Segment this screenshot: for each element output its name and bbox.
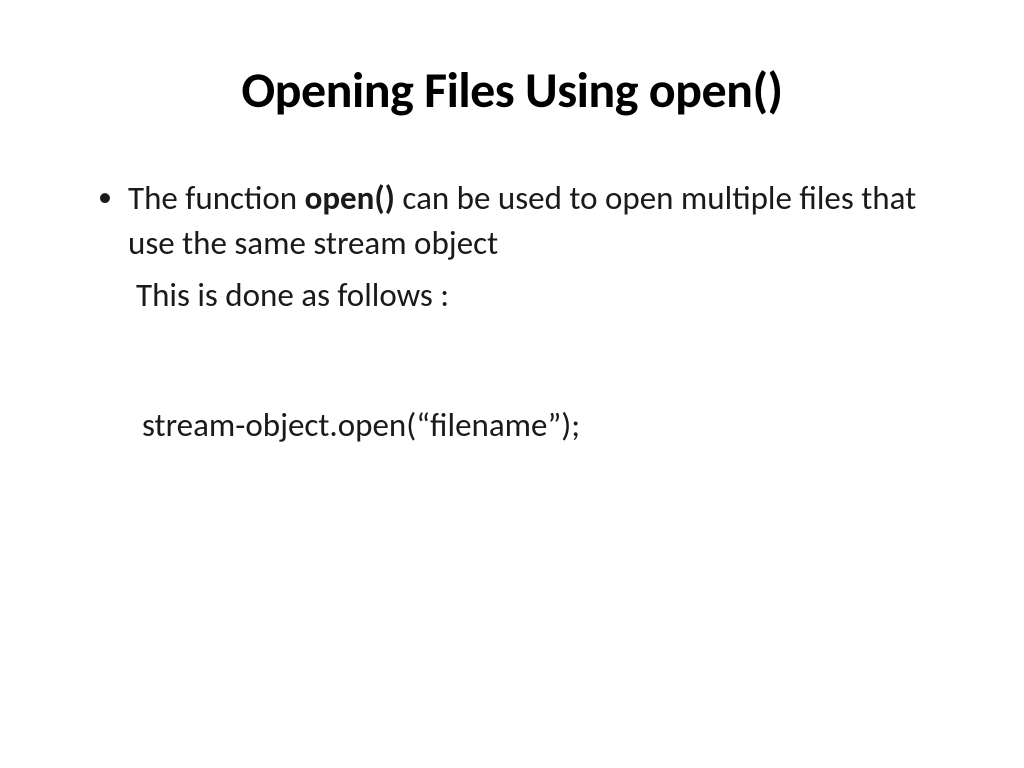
- bullet-text-1: The function open() can be used to open …: [128, 176, 934, 265]
- slide-content: • The function open() can be used to ope…: [90, 176, 934, 447]
- code-line: stream-object.open(“filename”);: [142, 403, 934, 448]
- line-2: This is done as follows :: [136, 273, 934, 318]
- bullet1-prefix: The function: [128, 178, 305, 218]
- bullet1-bold: open(): [305, 178, 395, 218]
- slide-container: Opening Files Using open() • The functio…: [0, 0, 1024, 768]
- bullet-item-1: • The function open() can be used to ope…: [90, 176, 934, 265]
- slide-title: Opening Files Using open(): [90, 60, 934, 121]
- bullet-marker: •: [90, 176, 128, 265]
